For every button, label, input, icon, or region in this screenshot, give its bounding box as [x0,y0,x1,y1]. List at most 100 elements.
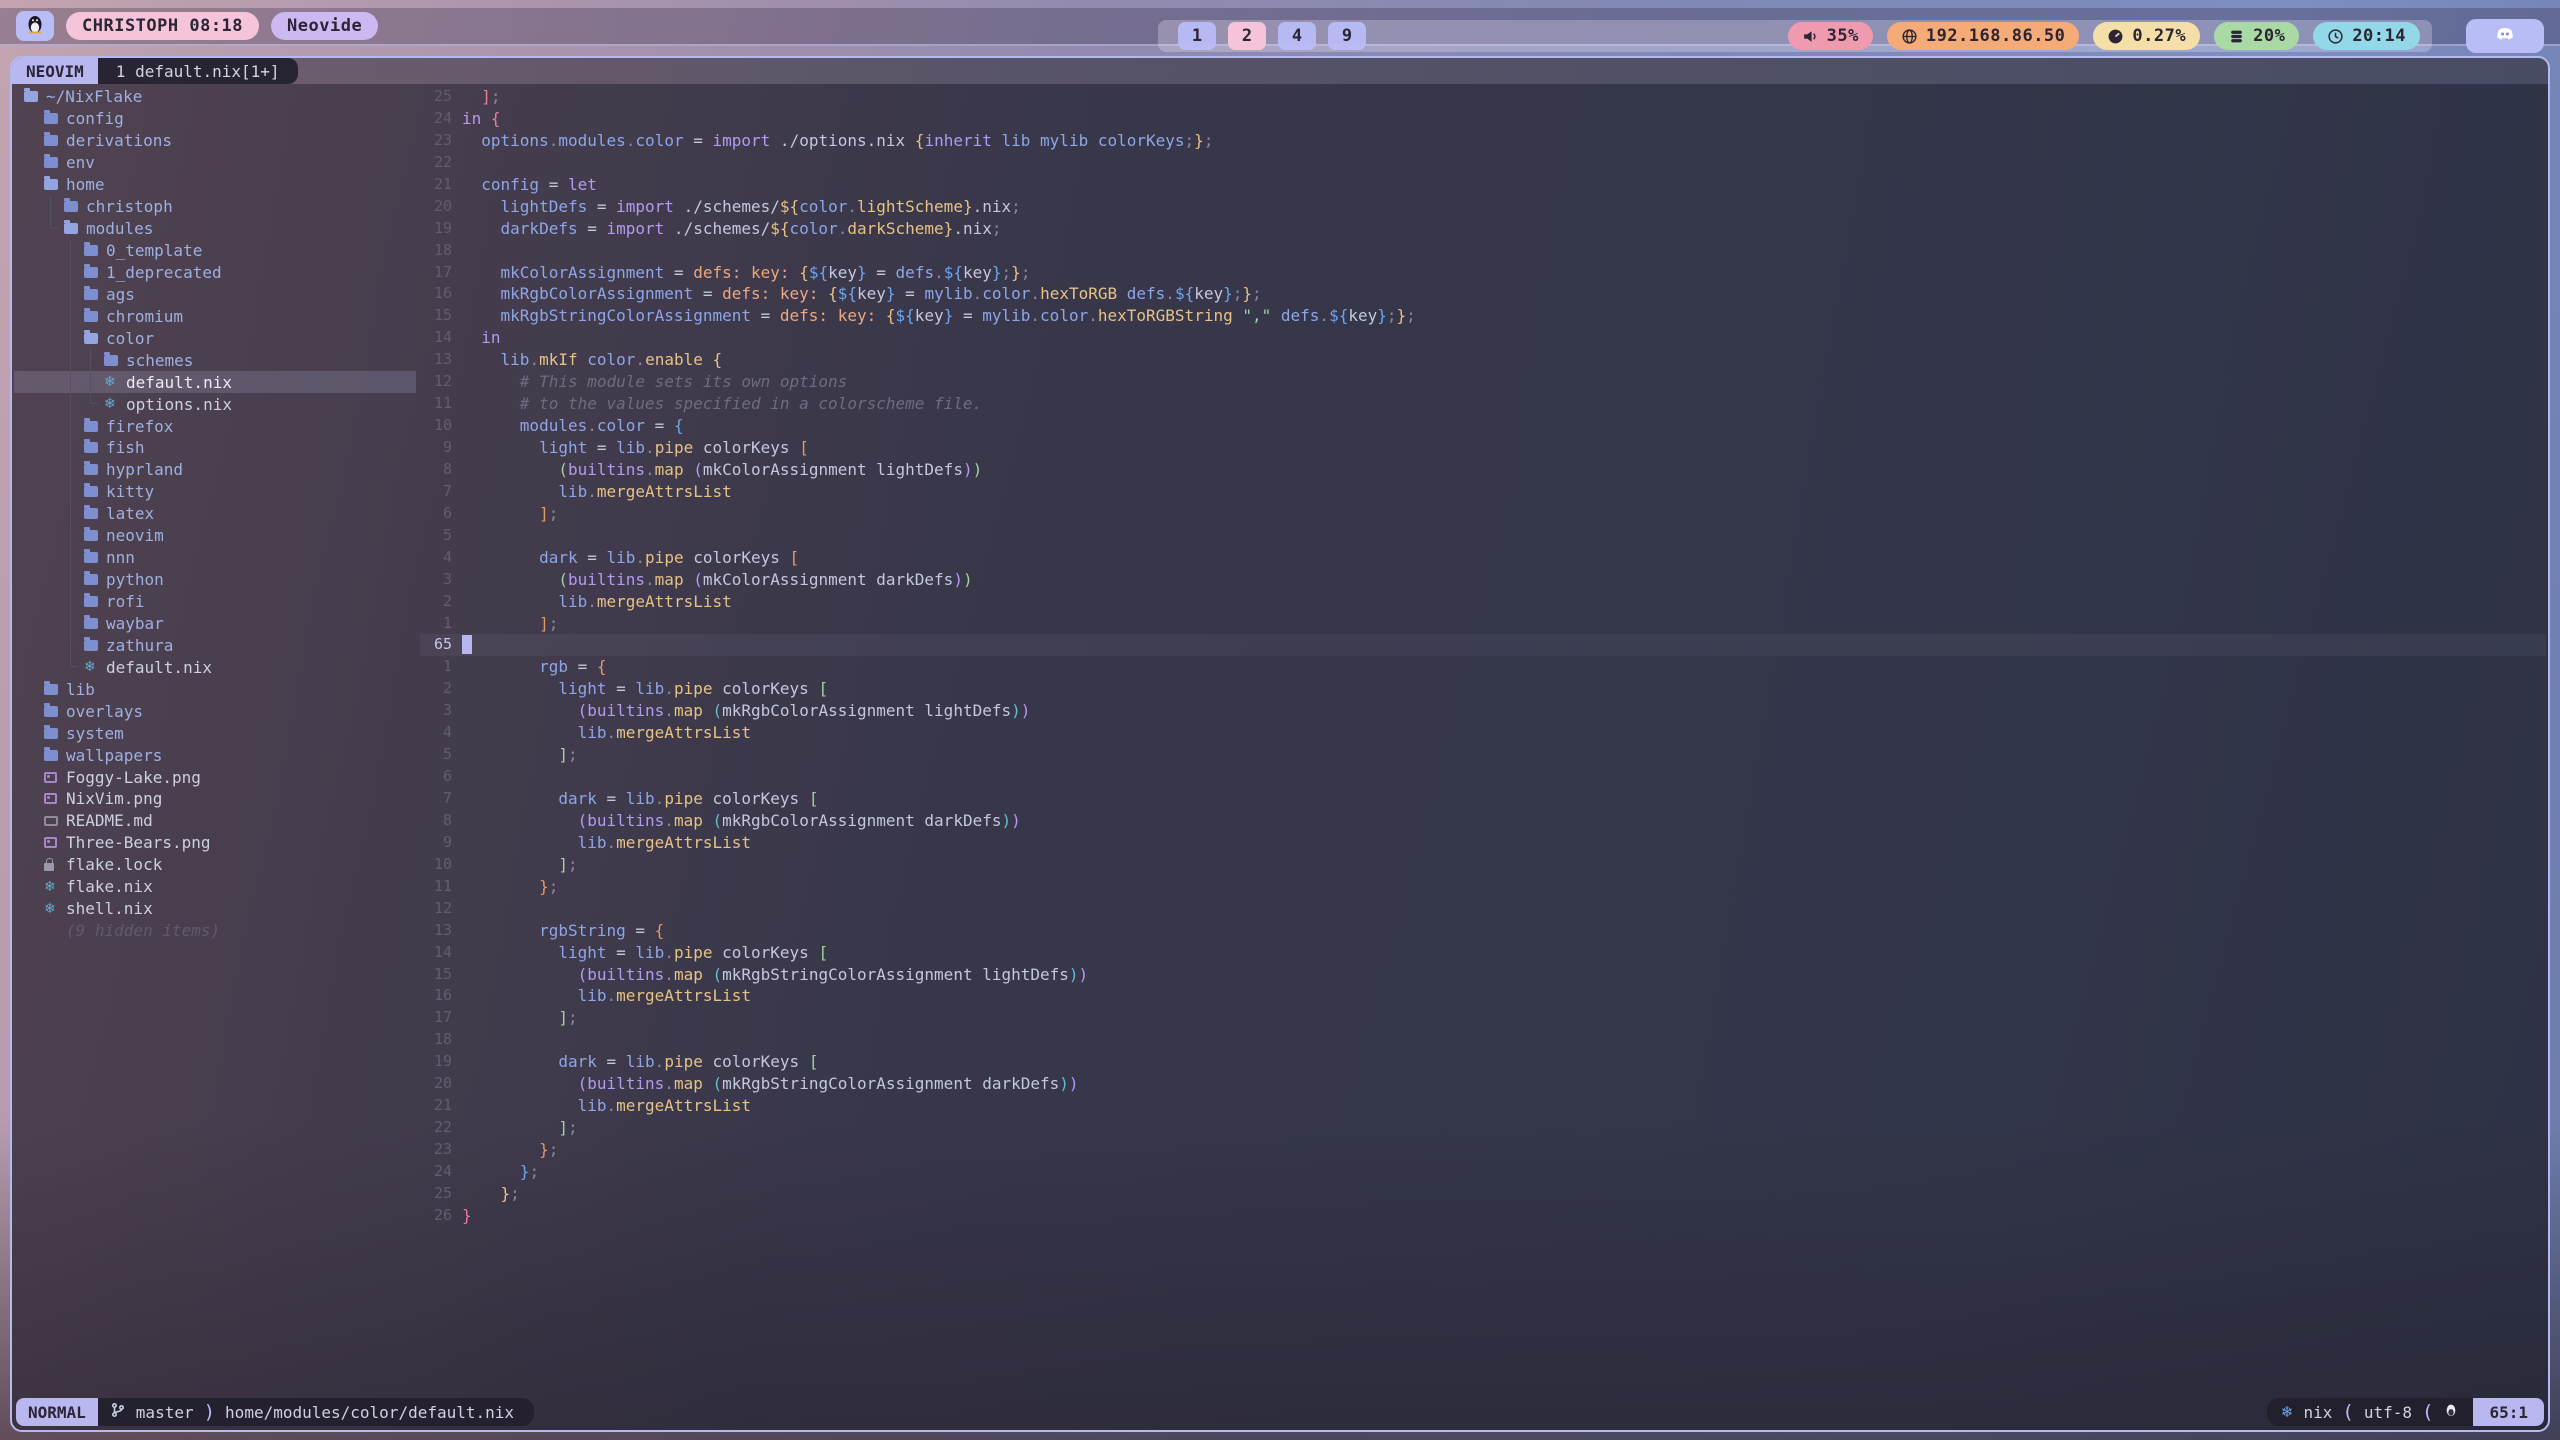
folder-open-icon [84,333,104,344]
nix-file-icon: ❄ [104,375,124,389]
tree-item-lib[interactable]: lib [14,678,416,700]
tree-item-shell.nix[interactable]: ❄shell.nix [14,898,416,920]
folder-icon [44,750,64,761]
tree-item-label: flake.lock [66,855,162,874]
indent-guide [90,349,91,371]
tree-item-env[interactable]: env [14,152,416,174]
clock-stat-pill[interactable]: 20:14 [2313,22,2420,50]
line-number: 20 [420,196,452,218]
tree-item-chromium[interactable]: chromium [14,305,416,327]
tree-item-zathura[interactable]: zathura [14,634,416,656]
workspace-2[interactable]: 2 [1228,22,1266,50]
tree-item-christoph[interactable]: christoph [14,196,416,218]
tree-item-label: default.nix [126,373,232,392]
tree-item-latex[interactable]: latex [14,503,416,525]
stat-value: 20:14 [2352,26,2406,46]
tree-item-flake.lock[interactable]: flake.lock [14,854,416,876]
block-cursor [462,635,472,654]
line-content: lib.mergeAttrsList [462,985,751,1007]
line-content: }; [462,1183,520,1205]
code-line: 10 modules.color = { [420,415,2546,437]
code-line-current: 65 [420,634,2546,656]
tree-item-wallpapers[interactable]: wallpapers [14,744,416,766]
tree-item-default.nix[interactable]: ❄default.nix [14,371,416,393]
tree-item-nnn[interactable]: nnn [14,547,416,569]
workspace-1[interactable]: 1 [1178,22,1216,50]
tree-item-three-bears.png[interactable]: Three-Bears.png [14,832,416,854]
line-content: ]; [462,503,558,525]
database-stat-pill[interactable]: 20% [2214,22,2299,50]
code-line: 4 dark = lib.pipe colorKeys [ [420,547,2546,569]
line-number: 12 [420,898,452,920]
tab-default-nix[interactable]: 1 default.nix[1+] [98,58,298,84]
tree-item-system[interactable]: system [14,722,416,744]
tree-item-label: (9 hidden items) [66,921,220,940]
folder-icon [84,245,104,256]
line-content: }; [462,1139,558,1161]
discord-launcher[interactable] [2466,19,2544,53]
linux-menu-button[interactable] [16,11,54,41]
system-stats: 35% 192.168.86.50 0.27% 20% 20:14 [1788,22,2420,50]
tree-item-kitty[interactable]: kitty [14,481,416,503]
tree-item-label: 1_deprecated [106,263,222,282]
tree-item-9hiddenitems[interactable]: (9 hidden items) [14,920,416,942]
workspace-4[interactable]: 4 [1278,22,1316,50]
bar-center-tray: 1249 35% 192.168.86.50 0.27% 20% 20:14 [1158,20,2432,52]
tab-label: 1 default.nix[1+] [116,62,280,81]
file-tree[interactable]: ~/NixFlakeconfigderivationsenvhomechrist… [14,86,416,1390]
tree-item-color[interactable]: color [14,327,416,349]
line-number: 22 [420,152,452,174]
tree-item-derivations[interactable]: derivations [14,130,416,152]
tux-icon [23,12,47,40]
tree-item-rofi[interactable]: rofi [14,591,416,613]
globe-stat-pill[interactable]: 192.168.86.50 [1887,22,2080,50]
code-line: 12 [420,898,2546,920]
tree-item-label: README.md [66,811,153,830]
statusline-right: ❄ nix ( utf-8 ( [2267,1398,2474,1426]
folder-icon [84,464,104,475]
tree-item-config[interactable]: config [14,108,416,130]
tree-item-label: rofi [106,592,145,611]
folder-icon [84,442,104,453]
tree-item-neovim[interactable]: neovim [14,525,416,547]
tree-item-schemes[interactable]: schemes [14,349,416,371]
tree-item-hyprland[interactable]: hyprland [14,459,416,481]
folder-icon [84,267,104,278]
tree-item-label: schemes [126,351,193,370]
indent-guide [70,437,71,459]
volume-stat-pill[interactable]: 35% [1788,22,1873,50]
code-line: 6 [420,766,2546,788]
tree-item-fish[interactable]: fish [14,437,416,459]
line-content [462,634,472,656]
folder-icon [84,530,104,541]
code-line: 17 ]; [420,1007,2546,1029]
branch-label: master [136,1403,194,1422]
tree-item-readme.md[interactable]: README.md [14,810,416,832]
line-content: rgb = { [462,656,607,678]
tree-item-nixflake[interactable]: ~/NixFlake [14,86,416,108]
tree-item-python[interactable]: python [14,569,416,591]
tree-item-nixvim.png[interactable]: NixVim.png [14,788,416,810]
line-content: dark = lib.pipe colorKeys [ [462,1051,818,1073]
tree-item-overlays[interactable]: overlays [14,700,416,722]
tree-item-ags[interactable]: ags [14,283,416,305]
tree-item-firefox[interactable]: firefox [14,415,416,437]
tree-item-0_template[interactable]: 0_template [14,240,416,262]
tree-item-modules[interactable]: modules [14,218,416,240]
line-number: 23 [420,130,452,152]
tree-item-default.nix[interactable]: ❄default.nix [14,656,416,678]
editor-buffer[interactable]: 25 ];24in {23 options.modules.color = im… [420,86,2546,1390]
gauge-stat-pill[interactable]: 0.27% [2093,22,2200,50]
neovim-badge: NEOVIM [12,58,98,84]
tree-item-1_deprecated[interactable]: 1_deprecated [14,262,416,284]
tree-item-flake.nix[interactable]: ❄flake.nix [14,876,416,898]
line-content: (builtins.map (mkRgbColorAssignment dark… [462,810,1021,832]
workspace-9[interactable]: 9 [1328,22,1366,50]
tree-item-home[interactable]: home [14,174,416,196]
line-content: (builtins.map (mkRgbStringColorAssignmen… [462,1073,1079,1095]
system-bar: CHRISTOPH 08:18 Neovide 1249 35%192.168.… [0,8,2560,46]
tree-item-foggy-lake.png[interactable]: Foggy-Lake.png [14,766,416,788]
line-number: 22 [420,1117,452,1139]
tree-item-options.nix[interactable]: ❄options.nix [14,393,416,415]
tree-item-waybar[interactable]: waybar [14,613,416,635]
